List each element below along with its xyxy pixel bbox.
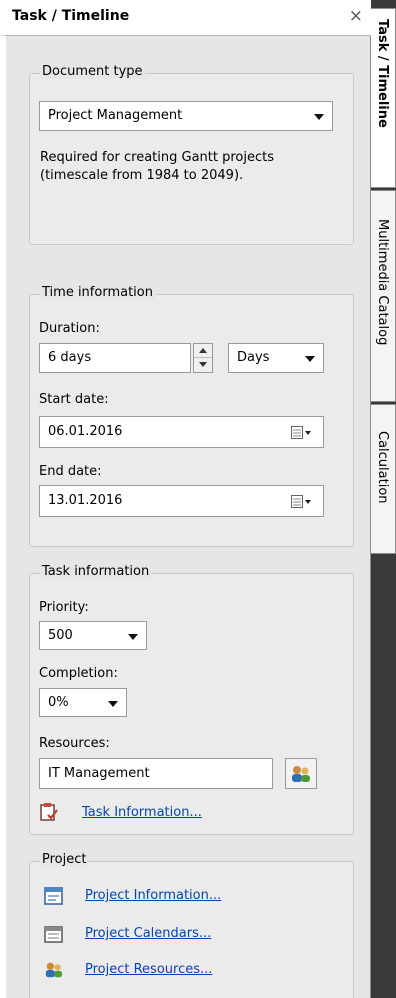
document-type-description-1: Required for creating Gantt projects: [40, 150, 274, 165]
priority-label: Priority:: [39, 600, 89, 615]
project-resources-link[interactable]: Project Resources...: [85, 962, 212, 977]
time-information-legend: Time information: [40, 285, 155, 300]
task-information-link[interactable]: Task Information...: [82, 805, 202, 820]
duration-unit-select[interactable]: Days: [228, 343, 324, 373]
completion-label: Completion:: [39, 666, 118, 681]
task-checklist-icon: [40, 803, 58, 821]
tab-multimedia-catalog-label: Multimedia Catalog: [375, 219, 390, 346]
side-tab-strip: Task / Timeline Multimedia Catalog Calcu…: [371, 0, 396, 998]
chevron-down-icon: [128, 634, 138, 640]
time-information-group: Time information Duration: 6 days Days S…: [29, 285, 354, 547]
calendar-icon: [44, 926, 63, 943]
project-info-icon: [44, 887, 63, 905]
duration-label: Duration:: [39, 321, 100, 336]
document-type-description-2: (timescale from 1984 to 2049).: [40, 168, 244, 183]
start-date-value: 06.01.2016: [48, 424, 123, 439]
tab-task-timeline-label: Task / Timeline: [375, 19, 390, 128]
chevron-down-icon: [305, 356, 315, 362]
end-date-field[interactable]: 13.01.2016: [39, 485, 324, 517]
tab-task-timeline[interactable]: Task / Timeline: [371, 8, 396, 188]
completion-select[interactable]: 0%: [39, 688, 127, 717]
document-type-group: Document type Project Management Require…: [29, 64, 354, 245]
task-timeline-pane: Task / Timeline × Document type Project …: [0, 0, 371, 998]
people-icon: [292, 766, 310, 782]
tab-calculation-label: Calculation: [375, 431, 390, 504]
task-information-group: Task information Priority: 500 Completio…: [29, 564, 354, 835]
project-calendars-link[interactable]: Project Calendars...: [85, 926, 211, 941]
document-type-select[interactable]: Project Management: [39, 101, 333, 131]
project-legend: Project: [40, 852, 89, 867]
people-icon: [45, 962, 63, 978]
stepper-up-icon[interactable]: [194, 344, 212, 358]
tab-multimedia-catalog[interactable]: Multimedia Catalog: [371, 190, 396, 402]
duration-value: 6 days: [48, 350, 92, 365]
start-date-field[interactable]: 06.01.2016: [39, 416, 324, 448]
duration-stepper[interactable]: [193, 343, 213, 373]
duration-unit-value: Days: [237, 350, 270, 365]
start-date-label: Start date:: [39, 392, 109, 407]
end-date-label: End date:: [39, 464, 102, 479]
calendar-dropdown-icon[interactable]: [291, 495, 313, 509]
left-edge: [0, 36, 6, 998]
chevron-down-icon: [314, 114, 324, 120]
project-information-link[interactable]: Project Information...: [85, 888, 221, 903]
resources-value: IT Management: [48, 766, 150, 781]
tab-calculation[interactable]: Calculation: [371, 404, 396, 554]
document-type-legend: Document type: [40, 64, 145, 79]
stepper-down-icon[interactable]: [194, 358, 212, 372]
chevron-down-icon: [108, 701, 118, 707]
pane-title: Task / Timeline: [12, 8, 130, 24]
priority-value: 500: [48, 628, 73, 643]
resources-label: Resources:: [39, 736, 110, 751]
document-type-value: Project Management: [48, 108, 183, 123]
duration-input[interactable]: 6 days: [39, 343, 191, 373]
task-information-legend: Task information: [40, 564, 152, 579]
close-icon[interactable]: ×: [349, 6, 363, 26]
pane-titlebar: Task / Timeline ×: [0, 0, 371, 36]
end-date-value: 13.01.2016: [48, 493, 123, 508]
project-group: Project Project Information... Project C…: [29, 852, 354, 998]
completion-value: 0%: [48, 695, 69, 710]
resources-button[interactable]: [285, 758, 317, 789]
calendar-dropdown-icon[interactable]: [291, 426, 313, 440]
priority-select[interactable]: 500: [39, 621, 147, 650]
resources-field[interactable]: IT Management: [39, 758, 273, 789]
